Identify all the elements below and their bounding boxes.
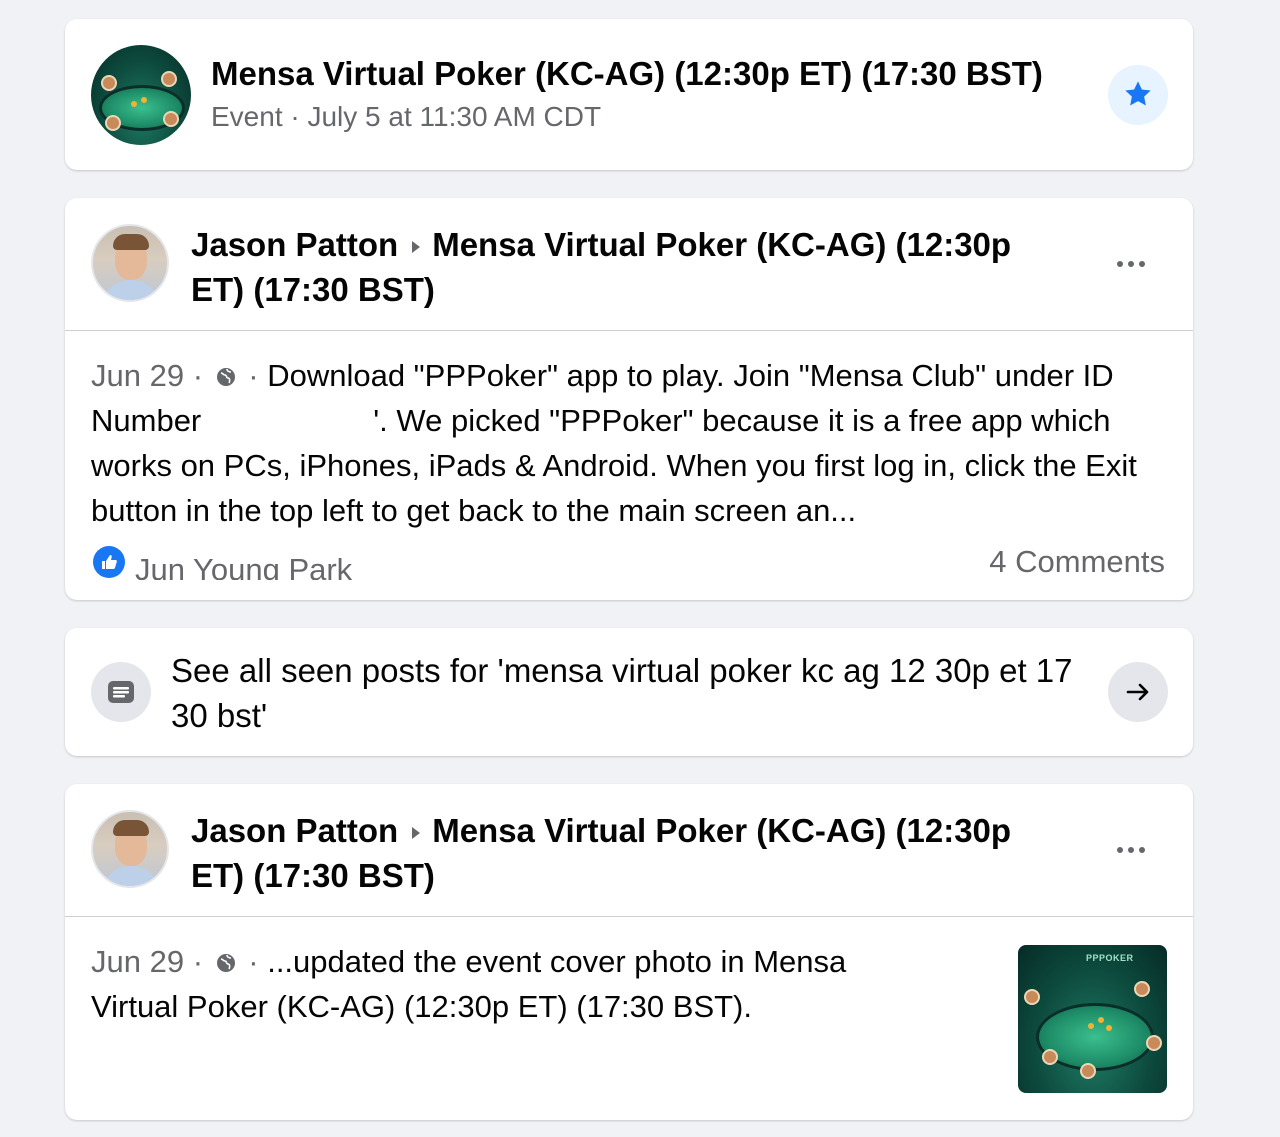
post-title: Jason Patton Mensa Virtual Poker (KC-AG) … <box>191 222 1071 312</box>
post-card: Jason Patton Mensa Virtual Poker (KC-AG) … <box>65 198 1193 600</box>
post-date[interactable]: Jun 29 <box>91 358 184 393</box>
avatar[interactable] <box>91 810 169 888</box>
author-link[interactable]: Jason Patton <box>191 812 398 849</box>
star-icon <box>1125 81 1151 106</box>
author-link[interactable]: Jason Patton <box>191 226 398 263</box>
like-reaction-icon <box>93 546 125 578</box>
post-header: Jason Patton Mensa Virtual Poker (KC-AG) … <box>65 784 1193 917</box>
see-all-posts-card[interactable]: See all seen posts for 'mensa virtual po… <box>65 628 1193 756</box>
post-body[interactable]: Jun 29 · · Download "PPPoker" app to pla… <box>91 353 1171 533</box>
caret-right-icon <box>412 827 421 840</box>
more-icon <box>1117 847 1123 853</box>
event-title[interactable]: Mensa Virtual Poker (KC-AG) (12:30p ET) … <box>211 55 1043 93</box>
comments-count[interactable]: 4 Comments <box>989 544 1165 580</box>
see-all-posts-link[interactable]: See all seen posts for 'mensa virtual po… <box>171 648 1101 738</box>
avatar[interactable] <box>91 224 169 302</box>
post-header: Jason Patton Mensa Virtual Poker (KC-AG) … <box>65 198 1193 331</box>
posts-icon <box>91 662 151 722</box>
post-date[interactable]: Jun 29 <box>91 944 184 979</box>
post-body[interactable]: Jun 29 · · ...updated the event cover ph… <box>91 939 941 1029</box>
pppoker-logo: PPPOKER <box>1086 953 1134 963</box>
post-card: Jason Patton Mensa Virtual Poker (KC-AG) … <box>65 784 1193 1120</box>
globe-icon <box>216 954 235 972</box>
globe-icon <box>216 368 235 386</box>
more-icon <box>1117 261 1123 267</box>
reactor-name: Jun Young Park <box>135 552 353 580</box>
event-avatar[interactable] <box>91 45 191 145</box>
cover-photo-thumbnail[interactable]: PPPOKER <box>1018 945 1167 1093</box>
more-options-button[interactable] <box>1115 254 1155 274</box>
arrow-right-button[interactable] <box>1108 662 1168 722</box>
event-card[interactable]: Mensa Virtual Poker (KC-AG) (12:30p ET) … <box>65 19 1193 170</box>
caret-right-icon <box>412 241 421 254</box>
more-options-button[interactable] <box>1115 840 1155 860</box>
event-subtitle: Event · July 5 at 11:30 AM CDT <box>211 101 602 132</box>
arrow-right-icon <box>1126 683 1149 701</box>
post-text-rest: '. We picked "PPPoker" because it is a f… <box>91 403 1137 528</box>
post-title: Jason Patton Mensa Virtual Poker (KC-AG) … <box>191 808 1071 898</box>
interested-button[interactable] <box>1108 65 1168 125</box>
reactions-summary[interactable]: Jun Young Park <box>93 544 693 580</box>
